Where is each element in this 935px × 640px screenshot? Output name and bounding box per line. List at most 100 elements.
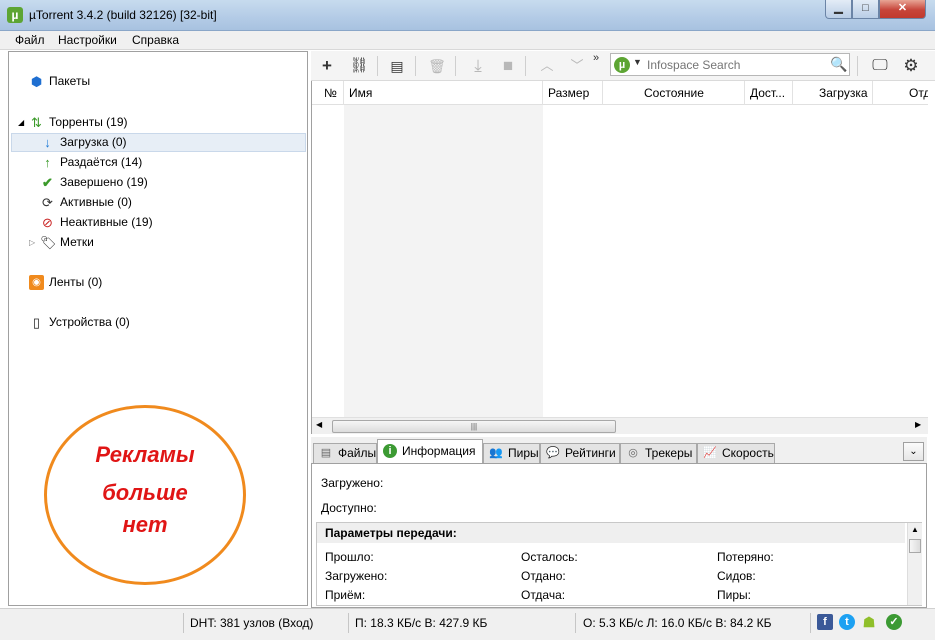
vertical-scrollbar[interactable]: ▲ [907, 523, 922, 605]
dht-status: DHT: 381 узлов (Вход) [190, 616, 314, 630]
scrollbar-thumb[interactable] [909, 539, 921, 553]
remove-button[interactable]: 🗑 [425, 55, 449, 77]
downloaded-label: Загружено: [321, 476, 384, 490]
status-divider [575, 613, 576, 633]
new-file-icon: ▤ [390, 58, 404, 74]
move-up-button[interactable]: ︿ [535, 55, 559, 77]
expand-arrow-icon[interactable]: ▷ [29, 233, 35, 252]
column-number[interactable]: № [312, 81, 344, 105]
column-status[interactable]: Состояние [603, 81, 745, 105]
peers-label: Пиры: [717, 588, 751, 602]
settings-button[interactable]: ⚙ [899, 55, 923, 77]
caret-down-icon[interactable]: ▼ [633, 57, 642, 67]
search-box: µ ▼ 🔍 [610, 53, 850, 76]
double-chevron-icon: » [592, 52, 600, 64]
column-availability[interactable]: Дост... [745, 81, 793, 105]
start-button[interactable]: ⤓ [466, 55, 490, 77]
name-column-area [344, 105, 543, 418]
link-icon: ⛓ [349, 57, 369, 74]
add-torrent-button[interactable]: + [315, 55, 339, 77]
checkmark-icon: ✔ [42, 175, 53, 190]
status-divider [348, 613, 349, 633]
chevron-down-icon: ﹀ [570, 58, 584, 73]
utorrent-logo-icon: µ [7, 7, 23, 23]
scroll-right-icon[interactable]: ▶ [915, 420, 921, 429]
toolbar-divider [415, 56, 416, 76]
sidebar-item-label: Активные (0) [60, 195, 132, 209]
column-name[interactable]: Имя [344, 81, 543, 105]
scroll-left-icon[interactable]: ◀ [316, 420, 322, 429]
speed-icon: 📈 [703, 447, 717, 459]
bundle-icon: ⬢ [30, 74, 43, 89]
upload-status[interactable]: О: 5.3 КБ/с Л: 16.0 КБ/с В: 84.2 КБ [583, 615, 772, 631]
torrent-list[interactable]: № Имя Размер Состояние Дост... Загрузка … [311, 81, 928, 434]
search-input[interactable] [647, 56, 827, 73]
status-divider [183, 613, 184, 633]
stop-button[interactable]: ■ [496, 55, 520, 77]
toolbar: + ⛓ ▤ 🗑 ⤓ ■ ︿ ﹀ » µ ▼ 🔍 🖵 ⚙ [311, 51, 935, 81]
tab-label: Информация [402, 444, 476, 458]
tag-icon: 🏷 [40, 235, 57, 250]
send-label: Отдача: [521, 588, 566, 602]
expand-arrow-icon[interactable]: ◢ [18, 113, 24, 132]
toolbar-divider [455, 56, 456, 76]
tab-speed[interactable]: 📈 Скорость [697, 443, 775, 463]
remaining-label: Осталось: [521, 550, 578, 564]
ratings-icon: 💬 [546, 447, 560, 459]
torrents-icon: ⇅ [31, 115, 42, 130]
detail-tabs: ▤ Файлы i Информация 👥 Пиры 💬 Рейтинги ◎… [311, 437, 927, 464]
tab-info[interactable]: i Информация [377, 439, 483, 464]
info-panel: Загружено: Доступно: Параметры передачи:… [311, 463, 927, 608]
close-button[interactable]: ✕ [879, 0, 926, 19]
files-icon: ▤ [320, 447, 332, 459]
facebook-icon[interactable]: f [817, 614, 833, 630]
create-torrent-button[interactable]: ▤ [385, 55, 409, 77]
add-url-button[interactable]: ⛓ [347, 55, 371, 77]
toolbar-divider [525, 56, 526, 76]
tab-peers[interactable]: 👥 Пиры [483, 443, 540, 463]
network-ok-icon[interactable]: ✓ [886, 614, 902, 630]
menu-settings[interactable]: Настройки [58, 33, 117, 47]
rss-icon: ◉ [29, 275, 44, 290]
android-icon[interactable]: ☗ [861, 614, 877, 630]
sidebar-item-label: Неактивные (19) [60, 215, 153, 229]
toolbar-overflow-button[interactable]: » [589, 51, 603, 73]
seeding-arrow-icon: ↑ [44, 155, 51, 170]
maximize-button[interactable]: □ [852, 0, 879, 19]
twitter-icon[interactable]: t [839, 614, 855, 630]
sidebar-selection-highlight [11, 133, 306, 152]
tab-files[interactable]: ▤ Файлы [313, 443, 377, 463]
sidebar-item-label: Пакеты [49, 74, 91, 88]
download-icon: ⤓ [474, 56, 482, 75]
column-upload-speed[interactable]: Отд [873, 81, 928, 105]
scrollbar-thumb[interactable]: ||| [332, 420, 616, 433]
search-provider-icon[interactable]: µ [614, 57, 630, 73]
menu-bar: Файл Настройки Справка [0, 31, 935, 50]
tab-label: Рейтинги [565, 446, 616, 460]
ad-text-line-3: нет [122, 512, 168, 537]
tab-ratings[interactable]: 💬 Рейтинги [540, 443, 620, 463]
status-divider [810, 613, 811, 633]
search-icon[interactable]: 🔍 [830, 56, 847, 73]
sidebar-item-label: Раздаётся (14) [60, 155, 143, 169]
remote-button[interactable]: 🖵 [868, 55, 892, 77]
trash-icon: 🗑 [428, 58, 446, 74]
monitor-icon: 🖵 [872, 57, 888, 74]
scroll-up-icon[interactable]: ▲ [911, 525, 919, 534]
move-down-button[interactable]: ﹀ [565, 55, 589, 77]
menu-help[interactable]: Справка [132, 33, 179, 47]
gear-icon: ⚙ [903, 56, 919, 75]
double-chevron-down-icon: ⌄ [909, 446, 918, 457]
inactive-icon: ⊘ [42, 215, 53, 230]
column-size[interactable]: Размер [543, 81, 603, 105]
list-header: № Имя Размер Состояние Дост... Загрузка … [312, 81, 928, 105]
tab-trackers[interactable]: ◎ Трекеры [620, 443, 697, 463]
download-status[interactable]: П: 18.3 КБ/с В: 427.9 КБ [355, 615, 487, 631]
collapse-panel-button[interactable]: ⌄ [903, 442, 924, 461]
menu-file[interactable]: Файл [15, 33, 45, 47]
refresh-icon: ⟳ [42, 195, 53, 210]
seeds-label: Сидов: [717, 569, 756, 583]
horizontal-scrollbar[interactable]: ◀ ||| ▶ [312, 417, 928, 434]
minimize-button[interactable]: ▁ [825, 0, 852, 19]
column-download-speed[interactable]: Загрузка [793, 81, 873, 105]
